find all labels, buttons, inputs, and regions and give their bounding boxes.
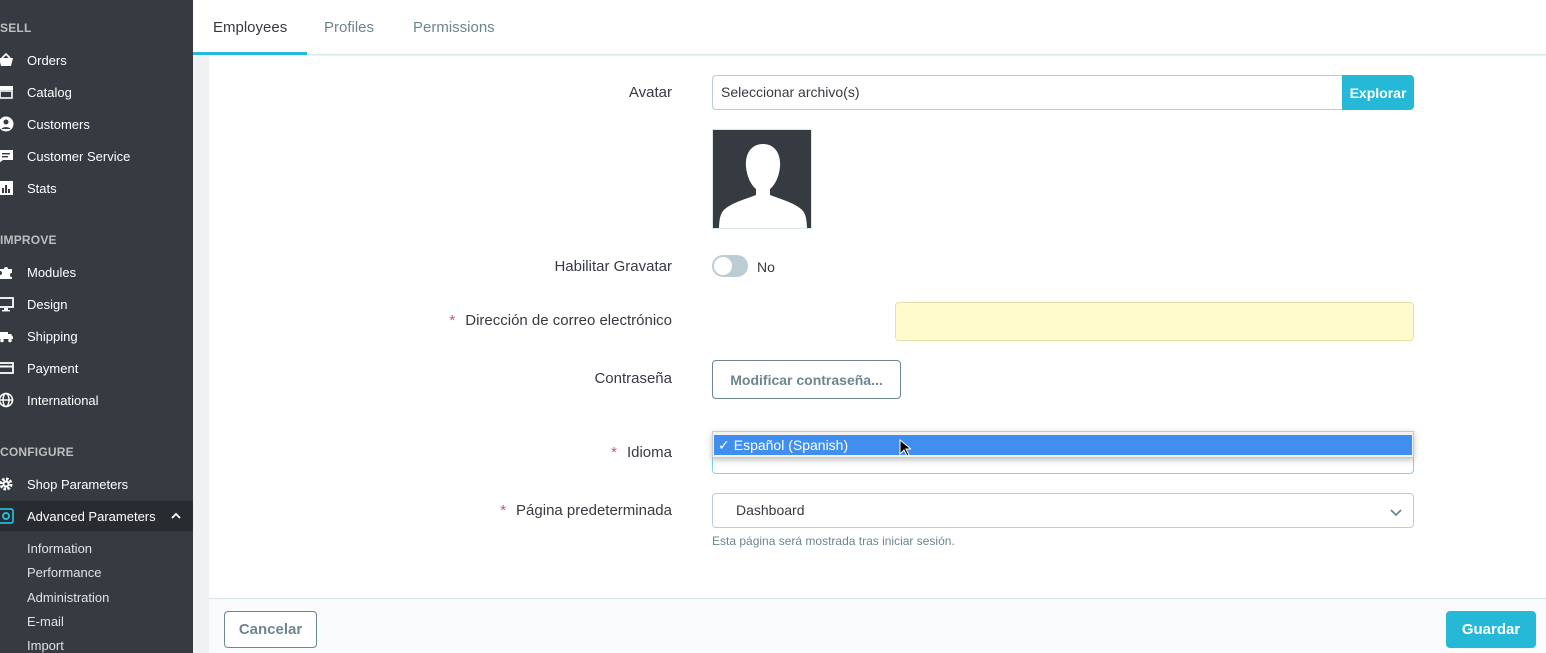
tab-permissions[interactable]: Permissions [393,0,515,55]
sidebar-item-label: International [27,392,99,408]
globe-icon [0,392,14,408]
cancel-button[interactable]: Cancelar [224,611,317,648]
sidebar-item-design[interactable]: Design [0,289,193,319]
section-sell: SELL [0,21,32,35]
user-silhouette-icon [719,144,807,228]
language-option-label: Español (Spanish) [733,437,849,453]
sidebar-item-modules[interactable]: Modules [0,257,193,287]
tabs-bar: Employees Profiles Permissions [193,0,1546,55]
email-label-text: Dirección de correo electrónico [465,312,672,329]
avatar-image [712,129,812,229]
sidebar-item-label: Orders [27,52,67,68]
gear-icon [0,476,14,492]
save-button[interactable]: Guardar [1446,611,1536,648]
employee-form-panel [209,56,1546,653]
chevron-down-icon [1390,509,1402,517]
sidebar-item-payment[interactable]: Payment [0,353,193,383]
sidebar-item-customers[interactable]: Customers [0,109,193,139]
change-password-button[interactable]: Modificar contraseña... [712,360,901,399]
chevron-up-icon [171,512,181,519]
sidebar-subitem-import[interactable]: Import [27,638,64,653]
language-dropdown-menu: ✓ Español (Spanish) [712,431,1414,458]
browse-button[interactable]: Explorar [1342,75,1414,110]
default-page-help: Esta página será mostrada tras iniciar s… [712,534,955,548]
avatar-label: Avatar [628,84,672,101]
required-mark: * [611,444,617,461]
bar-chart-icon [0,180,14,196]
sidebar-item-label: Modules [27,264,77,280]
monitor-icon [0,296,14,312]
sidebar-item-label: Stats [27,180,57,196]
sidebar-item-stats[interactable]: Stats [0,173,193,203]
language-label: * Idioma [560,444,672,461]
form-footer [209,598,1546,653]
sidebar-item-label: Customer Service [27,148,131,164]
sidebar-item-label: Design [27,296,68,312]
default-page-select[interactable]: Dashboard [712,493,1414,528]
sidebar-item-label: Customers [27,116,90,132]
sidebar-item-label: Catalog [27,84,72,100]
sidebar-item-shop-parameters[interactable]: Shop Parameters [0,469,193,499]
avatar-file-input[interactable]: Seleccionar archivo(s) [712,75,1343,110]
section-improve: IMPROVE [0,233,57,247]
sidebar-item-orders[interactable]: Orders [0,45,193,75]
sidebar-item-label: Payment [27,360,79,376]
default-page-label-text: Página predeterminada [516,502,672,519]
password-label: Contraseña [594,370,672,387]
language-label-text: Idioma [626,444,672,461]
sidebar-subitem-administration[interactable]: Administration [27,590,109,605]
mouse-cursor-icon [899,439,911,457]
gravatar-toggle-value: No [757,259,775,275]
language-option-spanish[interactable]: ✓ Español (Spanish) [714,435,1412,455]
required-mark: * [500,502,507,519]
sidebar-subitem-information[interactable]: Information [27,541,92,556]
gravatar-toggle[interactable] [712,255,748,277]
sidebar-item-label: Shipping [27,328,78,344]
sidebar-item-shipping[interactable]: Shipping [0,321,193,351]
sidebar-item-label: Shop Parameters [27,476,129,492]
section-configure: CONFIGURE [0,445,74,459]
settings-box-icon [0,508,14,524]
store-icon [0,84,14,100]
email-field[interactable] [895,302,1414,341]
sidebar-item-customer-service[interactable]: Customer Service [0,141,193,171]
checkmark-icon: ✓ [718,436,730,453]
truck-icon [0,328,14,344]
chat-icon [0,148,14,164]
tab-employees[interactable]: Employees [193,0,308,55]
default-page-value: Dashboard [736,502,805,518]
user-circle-icon [0,116,14,132]
basket-icon [0,52,14,68]
credit-card-icon [0,360,14,376]
sidebar: SELL Orders Catalog Customers Customer S… [0,0,193,653]
email-label: * Dirección de correo electrónico [380,312,672,329]
sidebar-subitem-email[interactable]: E-mail [27,614,64,629]
puzzle-icon [0,264,14,280]
tab-profiles[interactable]: Profiles [304,0,394,55]
sidebar-item-international[interactable]: International [0,385,193,415]
default-page-label: * Página predeterminada [420,502,672,519]
sidebar-item-label: Advanced Parameters [27,508,156,524]
sidebar-item-advanced-parameters[interactable]: Advanced Parameters [0,501,193,531]
sidebar-item-catalog[interactable]: Catalog [0,77,193,107]
required-mark: * [449,312,456,329]
gravatar-label: Habilitar Gravatar [554,258,672,275]
sidebar-subitem-performance[interactable]: Performance [27,565,101,580]
